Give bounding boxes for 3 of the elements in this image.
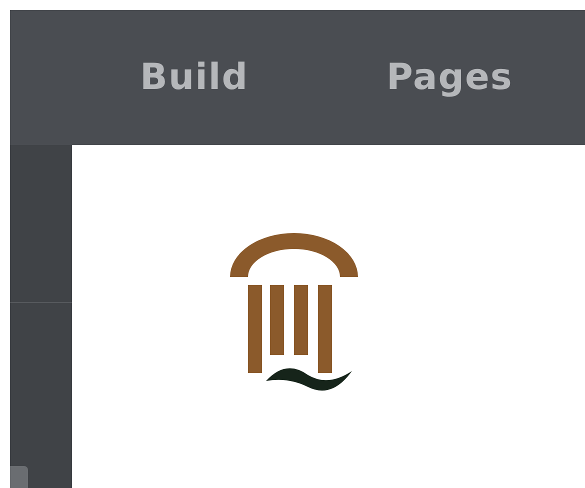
nav-tab[interactable]: Pages (386, 57, 513, 98)
nav-tab[interactable]: Build (140, 57, 249, 98)
sidebar-handle[interactable] (10, 466, 28, 488)
